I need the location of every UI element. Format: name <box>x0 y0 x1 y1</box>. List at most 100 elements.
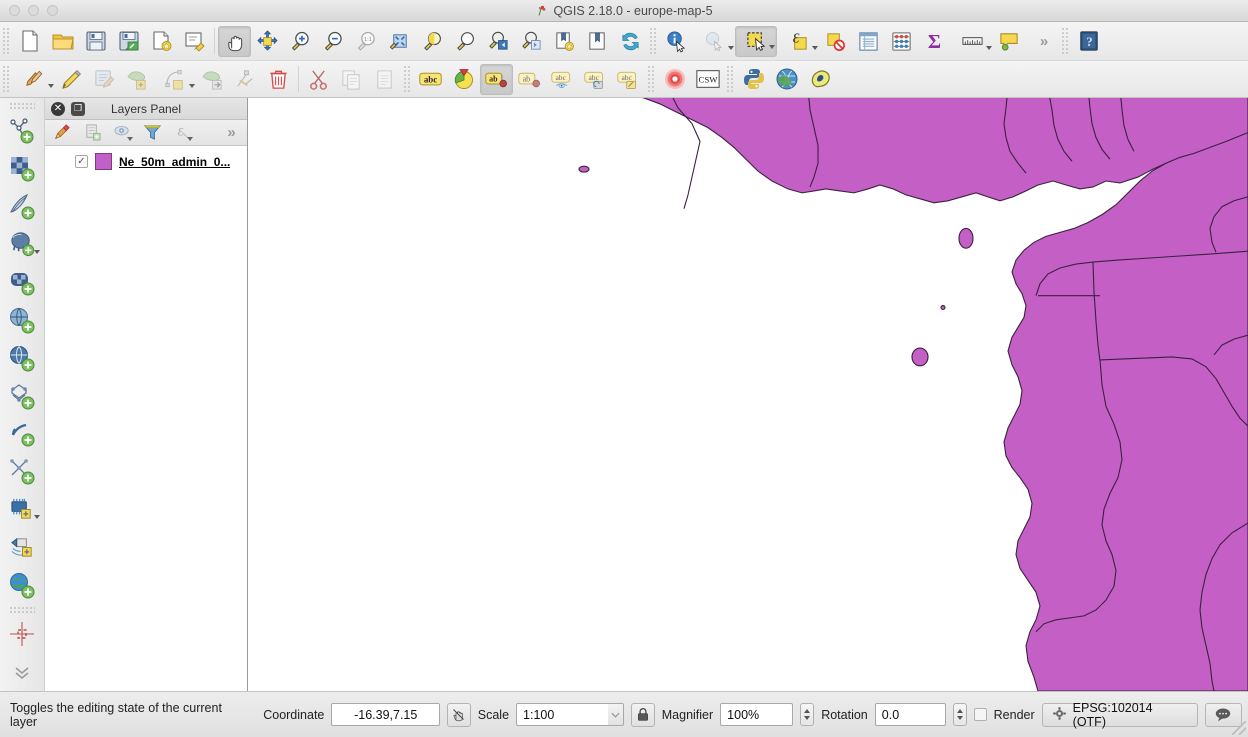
coordinate-input[interactable]: -16.39,7.15 <box>331 703 440 726</box>
chevron-down-icon[interactable] <box>986 46 992 50</box>
scale-lock-icon[interactable] <box>631 703 655 727</box>
window-resize-grip[interactable] <box>1232 721 1246 735</box>
vtoolbar-grip-2[interactable] <box>9 606 35 614</box>
composer-manager-button[interactable] <box>178 26 211 57</box>
stepper-down-icon[interactable] <box>804 716 810 720</box>
scale-combo[interactable]: 1:100 <box>516 703 624 726</box>
toolbar-grip-2[interactable] <box>649 27 658 55</box>
scale-input[interactable]: 1:100 <box>516 703 608 726</box>
field-calculator-button[interactable] <box>885 26 918 57</box>
zoom-button[interactable] <box>47 5 58 16</box>
run-feature-action-button[interactable] <box>693 26 735 57</box>
show-bookmarks-button[interactable] <box>581 26 614 57</box>
open-project-button[interactable] <box>46 26 79 57</box>
qgis-plugin-button[interactable] <box>803 64 836 95</box>
plugins-grip[interactable] <box>647 65 656 93</box>
identify-features-button[interactable] <box>660 26 693 57</box>
toolbar-overflow-button[interactable]: » <box>1026 26 1059 57</box>
chevron-down-icon[interactable] <box>187 137 193 141</box>
cut-features-button[interactable] <box>302 64 335 95</box>
move-feature-button[interactable] <box>196 64 229 95</box>
georeferencer-button[interactable] <box>2 615 42 653</box>
add-wcs-layer-button[interactable] <box>2 377 42 415</box>
label-toolbar-grip[interactable] <box>403 65 412 93</box>
add-postgis-layer-button[interactable] <box>2 225 42 263</box>
zoom-out-button[interactable] <box>317 26 350 57</box>
coordinate-capture-icon[interactable] <box>447 703 471 727</box>
change-label-button[interactable]: abc <box>612 64 645 95</box>
manage-visibility-button[interactable] <box>107 122 137 144</box>
help-button[interactable]: ? <box>1072 26 1105 57</box>
stepper-down-icon[interactable] <box>957 716 963 720</box>
minimize-button[interactable] <box>28 5 39 16</box>
pin-labels-button[interactable]: ab <box>480 64 513 95</box>
select-by-expression-button[interactable]: Ɛ <box>777 26 819 57</box>
add-circular-string-button[interactable] <box>154 64 196 95</box>
crs-status-button[interactable]: EPSG:102014 (OTF) <box>1042 703 1198 727</box>
chevron-down-icon[interactable] <box>48 84 54 88</box>
toolbar-grip[interactable] <box>2 27 11 55</box>
csw-button[interactable]: CSW <box>691 64 724 95</box>
add-mssql-layer-button[interactable] <box>2 263 42 301</box>
chevron-down-icon[interactable] <box>769 45 775 49</box>
stepper-up-icon[interactable] <box>804 709 810 713</box>
zoom-next-button[interactable] <box>515 26 548 57</box>
label-toolbar-button[interactable]: abc <box>414 64 447 95</box>
zoom-to-selection-button[interactable] <box>416 26 449 57</box>
stepper-up-icon[interactable] <box>957 709 963 713</box>
add-wfs-layer-button[interactable] <box>2 414 42 452</box>
deselect-features-button[interactable] <box>819 26 852 57</box>
zoom-full-button[interactable] <box>383 26 416 57</box>
open-attribute-table-button[interactable] <box>852 26 885 57</box>
rotation-stepper[interactable] <box>953 703 967 726</box>
chevron-down-icon[interactable] <box>127 137 133 141</box>
double-chevron-right-icon[interactable]: » <box>1040 33 1045 50</box>
show-hide-labels-button[interactable]: ab <box>513 64 546 95</box>
chevron-down-icon[interactable] <box>189 84 195 88</box>
paste-features-button[interactable] <box>368 64 401 95</box>
render-checkbox[interactable] <box>974 708 987 721</box>
python-grip[interactable] <box>726 65 735 93</box>
add-wms-layer-button[interactable] <box>2 339 42 377</box>
chevron-down-icon[interactable] <box>34 250 40 254</box>
open-layer-styling-button[interactable] <box>47 122 77 144</box>
zoom-to-layer-button[interactable] <box>449 26 482 57</box>
pan-to-selection-button[interactable] <box>251 26 284 57</box>
panel-overflow-button[interactable]: » <box>215 122 245 144</box>
scale-dropdown-icon[interactable] <box>608 703 624 726</box>
openlayers-plugin-button[interactable] <box>770 64 803 95</box>
vtoolbar-grip[interactable] <box>9 102 35 110</box>
layer-name-label[interactable]: Ne_50m_admin_0... <box>119 155 230 169</box>
zoom-in-button[interactable] <box>284 26 317 57</box>
zoom-last-button[interactable] <box>482 26 515 57</box>
new-project-button[interactable] <box>13 26 46 57</box>
copy-features-button[interactable] <box>335 64 368 95</box>
close-button[interactable] <box>9 5 20 16</box>
pan-map-button[interactable] <box>218 26 251 57</box>
expression-filter-button[interactable]: Ɛ <box>167 122 197 144</box>
chevron-down-icon[interactable] <box>728 46 734 50</box>
toolbar-grip-3[interactable] <box>1061 27 1070 55</box>
add-vector-layer-button[interactable] <box>2 111 42 149</box>
chevron-down-icon[interactable] <box>34 515 40 519</box>
magnifier-stepper[interactable] <box>800 703 814 726</box>
add-group-button[interactable] <box>77 122 107 144</box>
measure-line-button[interactable] <box>951 26 993 57</box>
new-memory-layer-button[interactable] <box>2 528 42 566</box>
python-console-button[interactable] <box>737 64 770 95</box>
new-shapefile-layer-button[interactable] <box>2 490 42 528</box>
layer-symbol-swatch[interactable] <box>95 153 112 170</box>
rotation-input[interactable]: 0.0 <box>875 703 946 726</box>
chevron-down-icon[interactable] <box>812 46 818 50</box>
heatmap-button[interactable] <box>658 64 691 95</box>
digitizing-grip[interactable] <box>2 65 11 93</box>
select-features-button[interactable] <box>735 26 777 57</box>
add-oracle-layer-button[interactable] <box>2 301 42 339</box>
layers-panel-float-icon[interactable]: ❐ <box>71 102 85 116</box>
save-layer-edits-button[interactable] <box>88 64 121 95</box>
style-manager-button[interactable] <box>447 64 480 95</box>
rotate-label-button[interactable]: abc <box>579 64 612 95</box>
new-print-composer-button[interactable] <box>145 26 178 57</box>
new-bookmark-button[interactable] <box>548 26 581 57</box>
node-tool-button[interactable] <box>229 64 262 95</box>
